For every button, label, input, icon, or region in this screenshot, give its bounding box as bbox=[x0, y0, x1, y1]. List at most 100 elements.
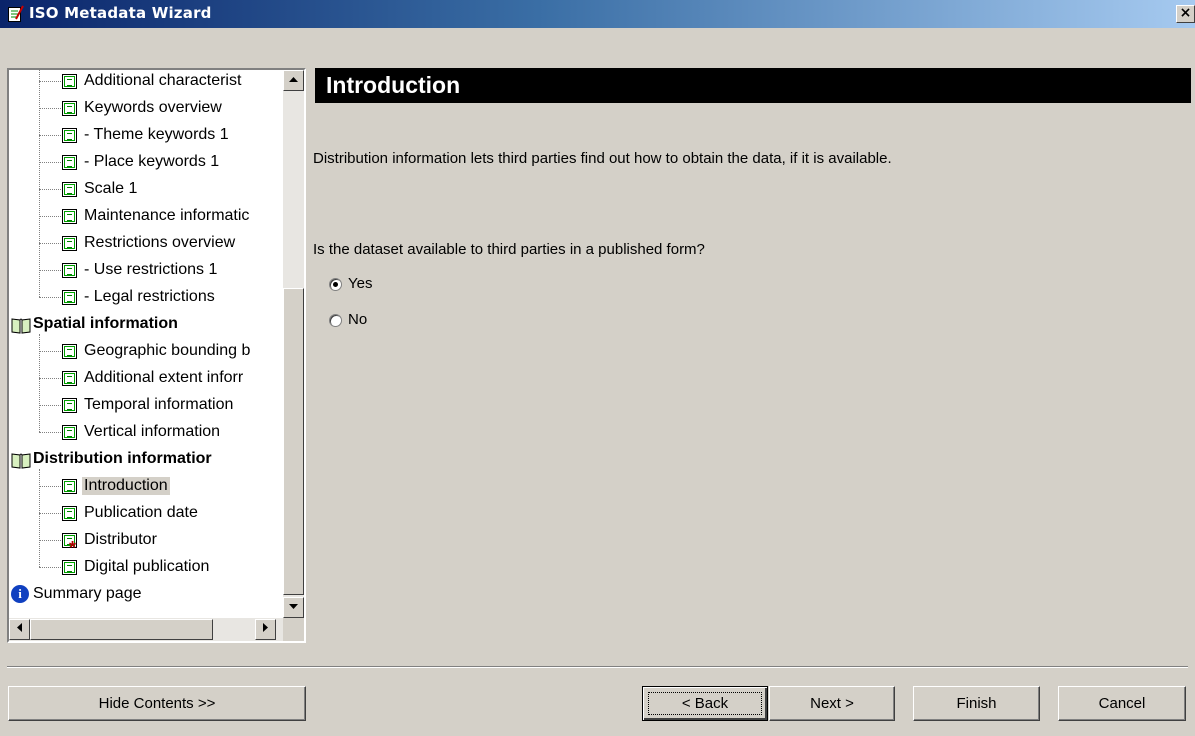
tree-connector-vertical bbox=[39, 334, 40, 432]
tree-item-label: - Place keywords 1 bbox=[84, 153, 220, 170]
page-icon bbox=[62, 182, 77, 197]
tree-item-label: Temporal information bbox=[84, 396, 234, 413]
tree-item-label: Summary page bbox=[33, 585, 142, 602]
tree-connector bbox=[39, 81, 61, 82]
tree-item-label: - Legal restrictions bbox=[84, 288, 215, 305]
page-icon bbox=[62, 398, 77, 413]
back-button[interactable]: < Back bbox=[642, 686, 768, 721]
tree-item-label: Maintenance informatic bbox=[84, 207, 250, 224]
page-icon bbox=[62, 155, 77, 170]
tree-item-summary-page[interactable]: i Summary page bbox=[9, 581, 283, 608]
tree-item-label: - Use restrictions 1 bbox=[84, 261, 218, 278]
cancel-label: Cancel bbox=[1098, 695, 1146, 712]
cancel-button[interactable]: Cancel bbox=[1058, 686, 1186, 721]
close-icon: × bbox=[1179, 5, 1192, 21]
tree-item-geographic-bounding-b[interactable]: Geographic bounding b bbox=[9, 338, 283, 365]
page-icon bbox=[62, 290, 77, 305]
tree-item-legal-restrictions[interactable]: - Legal restrictions bbox=[9, 284, 283, 311]
arrow-up-icon bbox=[289, 77, 298, 82]
tree-item-spatial-information[interactable]: Spatial information bbox=[9, 311, 283, 338]
hscroll-thumb[interactable] bbox=[30, 619, 213, 640]
info-icon: i bbox=[11, 585, 29, 603]
tree-item-label: Publication date bbox=[84, 504, 198, 521]
tree-vertical-scrollbar[interactable] bbox=[283, 70, 304, 618]
title-bar: ISO Metadata Wizard × bbox=[0, 0, 1195, 28]
tree-item-theme-keywords-1[interactable]: - Theme keywords 1 bbox=[9, 122, 283, 149]
tree-item-restrictions-overview[interactable]: Restrictions overview bbox=[9, 230, 283, 257]
window-title: ISO Metadata Wizard bbox=[29, 4, 212, 22]
page-icon bbox=[62, 506, 77, 521]
page-title: Introduction bbox=[315, 68, 1191, 103]
page-icon bbox=[62, 74, 77, 89]
tree-item-additional-characterist[interactable]: Additional characterist bbox=[9, 70, 283, 95]
page-icon bbox=[62, 263, 77, 278]
hide-contents-button[interactable]: Hide Contents >> bbox=[8, 686, 306, 721]
tree-item-vertical-information[interactable]: Vertical information bbox=[9, 419, 283, 446]
contents-tree[interactable]: Additional characterist Keywords overview… bbox=[7, 68, 306, 643]
tree-item-temporal-information[interactable]: Temporal information bbox=[9, 392, 283, 419]
tree-connector bbox=[39, 162, 61, 163]
intro-text: Distribution information lets third part… bbox=[313, 150, 892, 167]
tree-connector bbox=[39, 351, 61, 352]
tree-item-place-keywords-1[interactable]: - Place keywords 1 bbox=[9, 149, 283, 176]
next-button[interactable]: Next > bbox=[769, 686, 895, 721]
page-icon bbox=[62, 344, 77, 359]
arrow-right-icon bbox=[262, 623, 268, 632]
tree-connector bbox=[39, 540, 61, 541]
scrollbar-corner bbox=[283, 618, 304, 641]
tree-item-label: Introduction bbox=[82, 477, 170, 495]
scroll-thumb[interactable] bbox=[283, 288, 304, 595]
tree-item-distribution-informatior[interactable]: Distribution informatior bbox=[9, 446, 283, 473]
tree-connector bbox=[39, 189, 61, 190]
divider bbox=[7, 666, 1188, 668]
scroll-up-button[interactable] bbox=[283, 70, 304, 91]
page-icon bbox=[62, 236, 77, 251]
hide-contents-label: Hide Contents >> bbox=[98, 695, 216, 712]
page-icon bbox=[62, 209, 77, 224]
tree-connector bbox=[39, 243, 61, 244]
page-icon bbox=[62, 128, 77, 143]
tree-item-additional-extent-inforr[interactable]: Additional extent inforr bbox=[9, 365, 283, 392]
tree-item-keywords-overview[interactable]: Keywords overview bbox=[9, 95, 283, 122]
tree-item-label: Spatial information bbox=[33, 315, 178, 332]
tree-connector bbox=[39, 405, 61, 406]
scroll-down-button[interactable] bbox=[283, 597, 304, 618]
tree-item-label: Scale 1 bbox=[84, 180, 138, 197]
tree-item-label: Additional extent inforr bbox=[84, 369, 244, 386]
tree-connector bbox=[39, 378, 61, 379]
arrow-down-icon bbox=[289, 604, 298, 609]
tree-item-label: - Theme keywords 1 bbox=[84, 126, 229, 143]
tree-item-use-restrictions-1[interactable]: - Use restrictions 1 bbox=[9, 257, 283, 284]
finish-button[interactable]: Finish bbox=[913, 686, 1040, 721]
tree-list: Additional characterist Keywords overview… bbox=[9, 70, 283, 618]
tree-connector bbox=[39, 270, 61, 271]
tree-item-digital-publication[interactable]: Digital publication bbox=[9, 554, 283, 581]
tree-item-maintenance-informatic[interactable]: Maintenance informatic bbox=[9, 203, 283, 230]
page-icon bbox=[62, 479, 77, 494]
tree-item-scale-1[interactable]: Scale 1 bbox=[9, 176, 283, 203]
book-icon bbox=[11, 318, 31, 334]
tree-connector bbox=[39, 216, 61, 217]
tree-item-label: Vertical information bbox=[84, 423, 221, 440]
page-icon bbox=[62, 371, 77, 386]
tree-horizontal-scrollbar[interactable] bbox=[9, 618, 283, 641]
tree-item-publication-date[interactable]: Publication date bbox=[9, 500, 283, 527]
yes-radio[interactable] bbox=[329, 278, 342, 291]
no-radio[interactable] bbox=[329, 314, 342, 327]
tree-item-label: Distributor bbox=[84, 531, 157, 548]
no-radio-label[interactable]: No bbox=[348, 311, 367, 328]
tree-connector bbox=[39, 513, 61, 514]
wizard-icon bbox=[8, 5, 24, 22]
tree-connector bbox=[39, 108, 61, 109]
tree-item-distributor[interactable]: * Distributor bbox=[9, 527, 283, 554]
tree-connector-vertical bbox=[39, 70, 40, 297]
next-label: Next > bbox=[810, 695, 854, 712]
scroll-right-button[interactable] bbox=[255, 619, 276, 640]
close-button[interactable]: × bbox=[1176, 5, 1195, 23]
focus-rect: < Back bbox=[648, 692, 762, 715]
yes-radio-label[interactable]: Yes bbox=[348, 275, 372, 292]
tree-item-introduction[interactable]: Introduction bbox=[9, 473, 283, 500]
tree-item-label: Additional characterist bbox=[84, 72, 242, 89]
tree-connector bbox=[39, 135, 61, 136]
scroll-left-button[interactable] bbox=[9, 619, 30, 640]
